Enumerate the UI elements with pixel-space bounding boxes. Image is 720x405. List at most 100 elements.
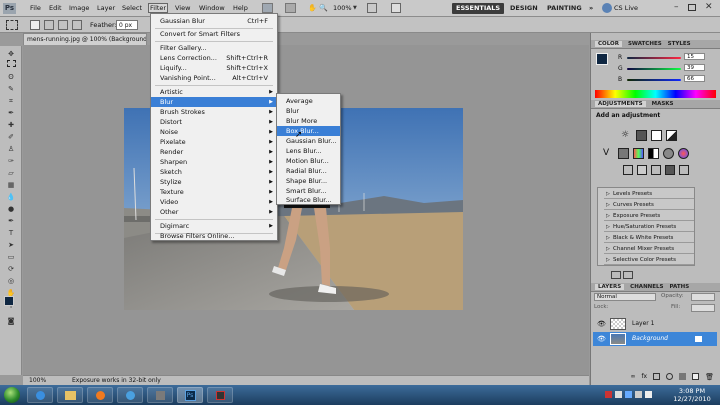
- fill-input[interactable]: [691, 304, 715, 312]
- r-value[interactable]: 15: [684, 53, 705, 60]
- vibrance-icon[interactable]: V: [603, 148, 614, 160]
- link-layers-icon[interactable]: ∞: [630, 373, 635, 384]
- color-ramp[interactable]: [595, 90, 716, 98]
- preset-hue-saturation[interactable]: Hue/Saturation Presets: [604, 223, 694, 232]
- menu-item-browse-filters[interactable]: Browse Filters Online...: [151, 231, 277, 241]
- eraser-tool-icon[interactable]: ▱: [3, 168, 19, 178]
- menu-item-pixelate[interactable]: Pixelate ▶: [151, 137, 277, 147]
- tab-channels[interactable]: CHANNELS: [630, 284, 663, 290]
- r-slider[interactable]: [627, 57, 681, 59]
- menu-item-convert-smart-filters[interactable]: Convert for Smart Filters: [151, 29, 277, 39]
- eye-icon[interactable]: 👁: [597, 317, 606, 331]
- color-balance-icon[interactable]: [633, 148, 644, 159]
- preset-levels[interactable]: Levels Presets: [604, 190, 694, 199]
- tab-swatches[interactable]: SWATCHES: [628, 41, 662, 47]
- selective-color-icon[interactable]: [679, 165, 689, 175]
- type-tool-icon[interactable]: T: [3, 228, 19, 238]
- feather-input[interactable]: 0 px: [116, 20, 138, 30]
- menu-view[interactable]: View: [175, 4, 190, 12]
- menu-item-liquify[interactable]: Liquify... Shift+Ctrl+X: [151, 63, 277, 73]
- taskbar-photoshop-icon[interactable]: Ps: [177, 387, 203, 403]
- blur-tool-icon[interactable]: 💧: [3, 192, 19, 202]
- tray-icon[interactable]: [615, 391, 622, 398]
- marquee-tool-icon[interactable]: [3, 60, 19, 70]
- layer-row[interactable]: 👁 Layer 1: [593, 317, 717, 331]
- layer-style-icon[interactable]: fx: [641, 373, 647, 384]
- menu-item-blur-more[interactable]: Blur More: [277, 116, 340, 126]
- menu-item-texture[interactable]: Texture ▶: [151, 187, 277, 197]
- network-icon[interactable]: [635, 391, 642, 398]
- new-adjustment-icon[interactable]: [623, 271, 633, 279]
- menu-select[interactable]: Select: [122, 4, 142, 12]
- tab-masks[interactable]: MASKS: [652, 101, 674, 107]
- subtract-selection-icon[interactable]: [58, 20, 68, 30]
- menu-item-other[interactable]: Other ▶: [151, 207, 277, 217]
- screen-mode-icon[interactable]: [391, 3, 401, 13]
- preset-exposure[interactable]: Exposure Presets: [604, 212, 694, 221]
- history-brush-tool-icon[interactable]: ✑: [3, 156, 19, 166]
- menu-edit[interactable]: Edit: [49, 4, 62, 12]
- menu-item-motion-blur[interactable]: Motion Blur...: [277, 156, 340, 166]
- menu-item-surface-blur[interactable]: Surface Blur...: [277, 195, 340, 205]
- tab-paths[interactable]: PATHS: [670, 284, 690, 290]
- quick-selection-tool-icon[interactable]: ✎: [3, 84, 19, 94]
- taskbar-windows-media-icon[interactable]: [117, 387, 143, 403]
- menu-item-lens-blur[interactable]: Lens Blur...: [277, 146, 340, 156]
- taskbar-media-player-icon[interactable]: [87, 387, 113, 403]
- foreground-color-swatch[interactable]: [4, 296, 14, 306]
- 3d-rotate-tool-icon[interactable]: ⟳: [3, 264, 19, 274]
- workspace-essentials[interactable]: ESSENTIALS: [452, 3, 505, 14]
- arrange-documents-icon[interactable]: [367, 3, 377, 13]
- menu-item-average[interactable]: Average: [277, 96, 340, 106]
- clone-stamp-tool-icon[interactable]: ♙: [3, 144, 19, 154]
- menu-window[interactable]: Window: [199, 4, 225, 12]
- zoom-level[interactable]: 100%: [333, 4, 352, 12]
- add-to-selection-icon[interactable]: [44, 20, 54, 30]
- zoom-tool-icon[interactable]: 🔍: [319, 4, 328, 12]
- start-button-icon[interactable]: [4, 387, 20, 403]
- taskbar-app-icon[interactable]: [147, 387, 173, 403]
- minimize-icon[interactable]: –: [674, 2, 679, 12]
- preset-selective-color[interactable]: Selective Color Presets: [604, 256, 694, 265]
- more-workspaces-button[interactable]: »: [589, 3, 593, 14]
- menu-item-blur[interactable]: Blur ▶: [151, 97, 277, 107]
- black-white-icon[interactable]: [648, 148, 659, 159]
- menu-layer[interactable]: Layer: [97, 4, 115, 12]
- taskbar-explorer-icon[interactable]: [57, 387, 83, 403]
- gradient-map-icon[interactable]: [665, 165, 675, 175]
- menu-item-lens-correction[interactable]: Lens Correction... Shift+Ctrl+R: [151, 53, 277, 63]
- intersect-selection-icon[interactable]: [72, 20, 82, 30]
- menu-item-stylize[interactable]: Stylize ▶: [151, 177, 277, 187]
- new-group-icon[interactable]: [679, 373, 687, 380]
- menu-item-radial-blur[interactable]: Radial Blur...: [277, 166, 340, 176]
- tab-styles[interactable]: STYLES: [668, 41, 691, 47]
- shape-tool-icon[interactable]: ▭: [3, 252, 19, 262]
- menu-file[interactable]: File: [30, 4, 41, 12]
- trash-icon[interactable]: 🗑: [705, 373, 714, 384]
- menu-item-distort[interactable]: Distort ▶: [151, 117, 277, 127]
- tab-adjustments[interactable]: ADJUSTMENTS: [595, 101, 646, 107]
- tab-layers[interactable]: LAYERS: [595, 284, 625, 290]
- dodge-tool-icon[interactable]: ●: [3, 204, 19, 214]
- exposure-icon[interactable]: [666, 130, 677, 141]
- menu-item-last-filter[interactable]: Gaussian Blur Ctrl+F: [151, 16, 277, 26]
- color-panel-foreground[interactable]: [596, 53, 608, 65]
- status-zoom[interactable]: 100%: [29, 376, 46, 385]
- document-tab[interactable]: mens-running.jpg @ 100% (Background, RGB…: [23, 33, 147, 45]
- levels-icon[interactable]: [636, 130, 647, 141]
- taskbar-ie-icon[interactable]: [27, 387, 53, 403]
- menu-item-filter-gallery[interactable]: Filter Gallery...: [151, 43, 277, 53]
- taskbar-recorder-icon[interactable]: [207, 387, 233, 403]
- tab-color[interactable]: COLOR: [595, 41, 622, 47]
- layer-name[interactable]: Layer 1: [632, 317, 654, 331]
- brush-tool-icon[interactable]: ✐: [3, 132, 19, 142]
- menu-item-sketch[interactable]: Sketch ▶: [151, 167, 277, 177]
- preset-curves[interactable]: Curves Presets: [604, 201, 694, 210]
- opacity-input[interactable]: [691, 293, 715, 301]
- new-fill-layer-icon[interactable]: [666, 373, 674, 380]
- channel-mixer-icon[interactable]: [678, 148, 689, 159]
- menu-item-vanishing-point[interactable]: Vanishing Point... Alt+Ctrl+V: [151, 73, 277, 83]
- crop-tool-icon[interactable]: ⌗: [3, 96, 19, 106]
- taskbar-clock[interactable]: 3:08 PM 12/27/2010: [667, 387, 717, 403]
- preset-black-white[interactable]: Black & White Presets: [604, 234, 694, 243]
